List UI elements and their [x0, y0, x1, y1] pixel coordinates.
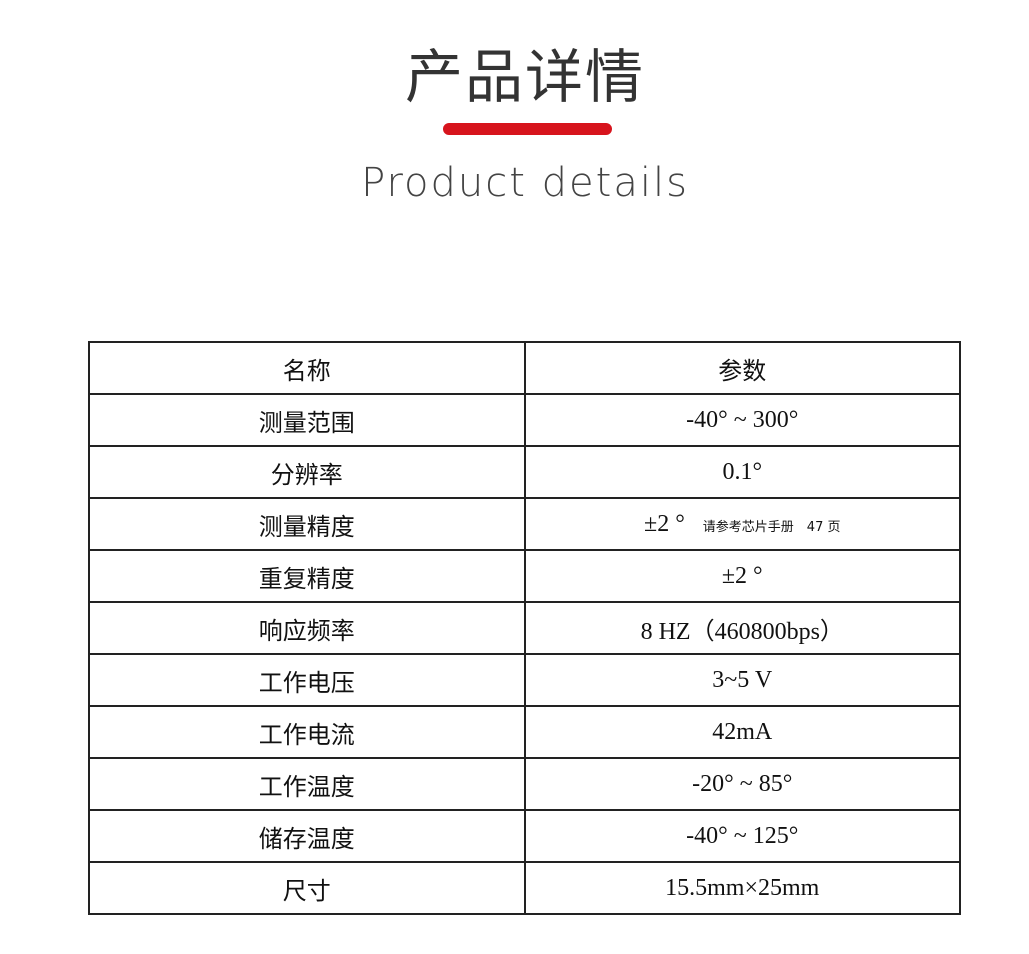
spec-value-text: ±2 ° [721, 562, 763, 589]
spec-note: 请参考芯片手册 47 页 [702, 519, 841, 535]
spec-value-text: 42mA [712, 718, 773, 745]
spec-value: 15.5mm×25mm [523, 861, 961, 915]
page-subtitle: Product details [361, 160, 689, 206]
spec-name: 重复精度 [88, 549, 526, 603]
spec-name: 工作电流 [88, 705, 526, 759]
spec-value-text: 15.5mm×25mm [665, 874, 820, 901]
spec-value-text: -20° ~ 85° [692, 770, 793, 797]
spec-value: ±2 ° 请参考芯片手册 47 页 [523, 497, 961, 551]
spec-value: 0.1° [523, 445, 961, 499]
table-row: 尺寸 15.5mm×25mm [88, 861, 961, 915]
spec-value-text: 0.1° [722, 458, 763, 485]
table-header-row: 名称 参数 [88, 341, 961, 395]
spec-value: -20° ~ 85° [523, 757, 961, 811]
header-value: 参数 [523, 341, 961, 395]
spec-value-text: ±2 ° [644, 510, 685, 537]
accent-divider [443, 123, 612, 135]
table-row: 重复精度 ±2 ° [88, 549, 961, 603]
table-row: 工作电流 42mA [88, 705, 961, 759]
page-title: 产品详情 [404, 43, 645, 111]
spec-name: 储存温度 [88, 809, 526, 863]
spec-value: ±2 ° [523, 549, 961, 603]
spec-name: 分辨率 [88, 445, 526, 499]
table-row: 响应频率 8 HZ（460800bps） [88, 601, 961, 655]
table-row: 工作温度 -20° ~ 85° [88, 757, 961, 811]
spec-value-text: -40° ~ 125° [686, 822, 799, 849]
spec-name: 工作电压 [88, 653, 526, 707]
spec-value-text: -40° ~ 300° [686, 406, 799, 433]
spec-value: 3~5 V [523, 653, 961, 707]
table-row: 测量范围 -40° ~ 300° [88, 393, 961, 447]
spec-name: 尺寸 [88, 861, 526, 915]
spec-name: 测量范围 [88, 393, 526, 447]
spec-value: 8 HZ（460800bps） [523, 601, 961, 655]
spec-table: 名称 参数 测量范围 -40° ~ 300° 分辨率 0.1° 测量精度 ±2 ° 请参考芯… [88, 341, 961, 915]
spec-value-text: 3~5 V [712, 666, 773, 693]
spec-value: -40° ~ 125° [523, 809, 961, 863]
spec-value: 42mA [523, 705, 961, 759]
table-row: 储存温度 -40° ~ 125° [88, 809, 961, 863]
table-row: 测量精度 ±2 ° 请参考芯片手册 47 页 [88, 497, 961, 551]
table-row: 分辨率 0.1° [88, 445, 961, 499]
table-row: 工作电压 3~5 V [88, 653, 961, 707]
spec-value-text: 8 HZ（460800bps） [640, 618, 844, 645]
spec-name: 工作温度 [88, 757, 526, 811]
spec-name: 测量精度 [88, 497, 526, 551]
spec-value: -40° ~ 300° [523, 393, 961, 447]
spec-name: 响应频率 [88, 601, 526, 655]
header-name: 名称 [88, 341, 526, 395]
